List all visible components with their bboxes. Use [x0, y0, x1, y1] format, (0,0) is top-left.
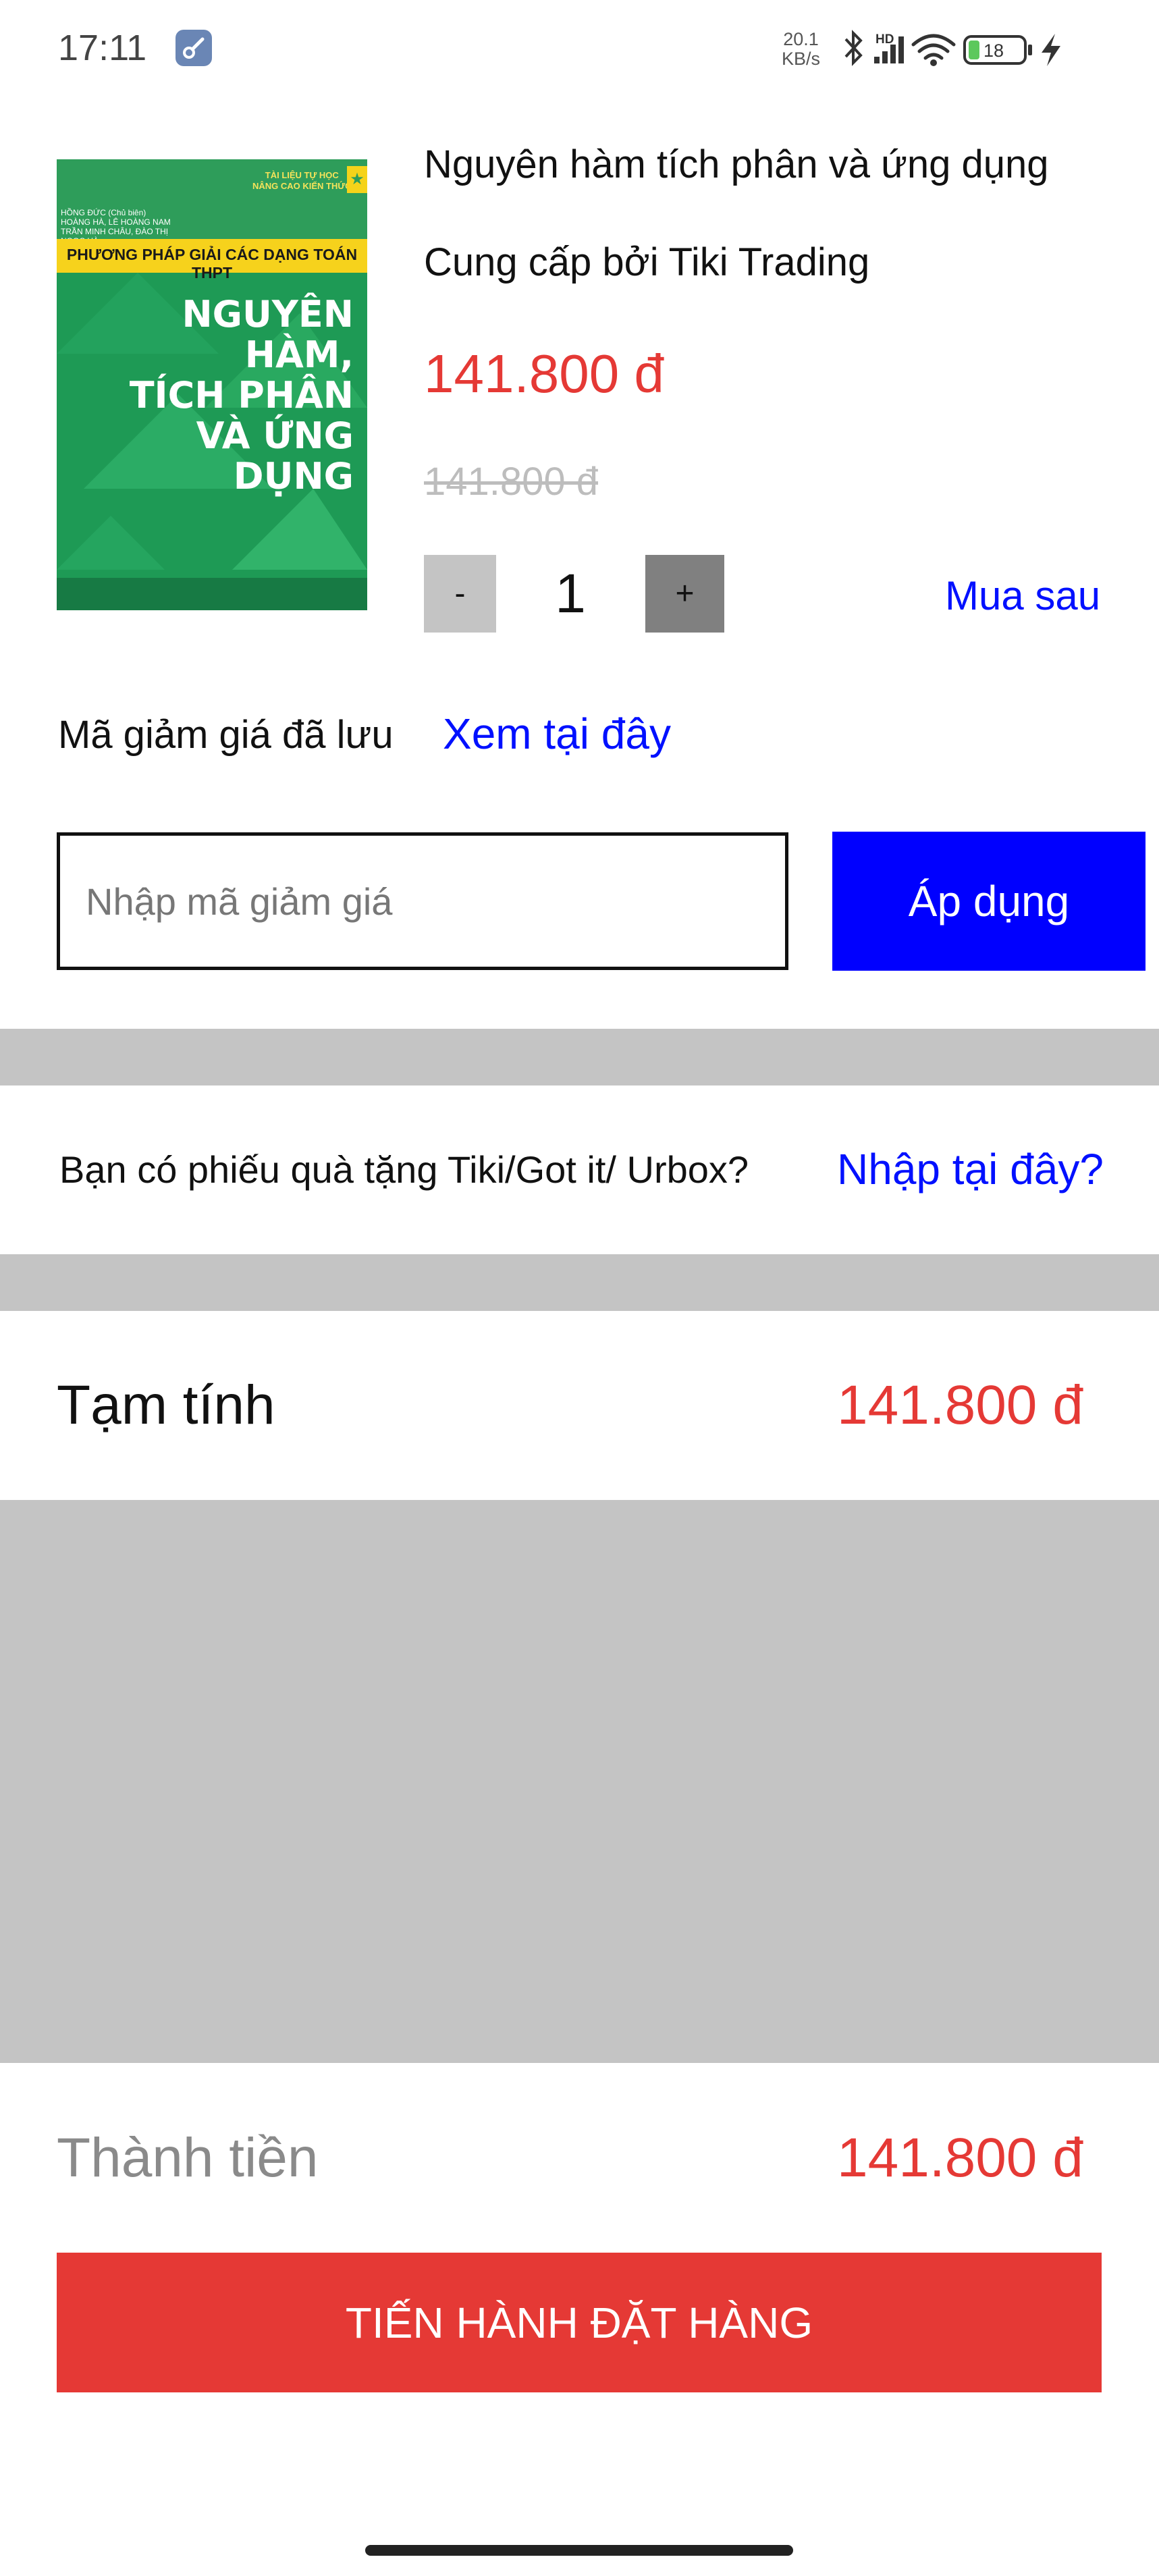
star-icon: ★ — [347, 166, 367, 193]
product-original-price: 141.800 đ — [424, 460, 599, 504]
product-cover-image[interactable]: HỒNG ĐỨC (Chủ biên) HOÀNG HÀ, LÊ HOÀNG N… — [57, 159, 367, 610]
status-icons: HD 18 — [844, 30, 1060, 66]
section-divider — [0, 1254, 1159, 1311]
wrench-icon — [176, 30, 212, 66]
total-label: Thành tiền — [57, 2127, 319, 2189]
product-seller: Cung cấp bởi Tiki Trading — [424, 240, 870, 284]
subtotal-label: Tạm tính — [57, 1374, 275, 1436]
battery-icon: 18 — [963, 35, 1032, 65]
enter-gift-voucher-link[interactable]: Nhập tại đây? — [837, 1144, 1104, 1194]
cover-title: NGUYÊN HÀM, TÍCH PHÂN VÀ ỨNG DỤNG — [129, 293, 354, 498]
quantity-value: 1 — [555, 563, 586, 624]
checkout-button[interactable]: TIẾN HÀNH ĐẶT HÀNG — [57, 2253, 1102, 2392]
cover-series: TÀI LIỆU TỰ HỌC NÂNG CAO KIẾN THỨC — [252, 170, 352, 191]
net-speed-value: 20.1 — [783, 29, 819, 49]
status-time: 17:11 — [58, 28, 147, 68]
bluetooth-icon — [844, 30, 863, 66]
status-bar: 17:11 20.1 KB/s HD 18 — [0, 0, 1159, 101]
wifi-icon — [911, 34, 956, 60]
quantity-increase-button[interactable]: + — [645, 555, 724, 633]
product-name[interactable]: Nguyên hàm tích phân và ứng dụng — [424, 142, 1049, 187]
empty-gray-area — [0, 1500, 1159, 2063]
subtotal-value: 141.800 đ — [837, 1374, 1083, 1436]
view-saved-coupons-link[interactable]: Xem tại đây — [443, 709, 671, 759]
product-price: 141.800 đ — [424, 344, 664, 404]
gift-voucher-question: Bạn có phiếu quà tặng Tiki/Got it/ Urbox… — [59, 1148, 749, 1191]
network-label: HD — [875, 32, 894, 47]
coupon-input[interactable] — [57, 832, 788, 970]
net-speed: 20.1 KB/s — [782, 30, 820, 69]
buy-later-link[interactable]: Mua sau — [945, 572, 1100, 619]
section-divider — [0, 1029, 1159, 1085]
saved-coupon-label: Mã giảm giá đã lưu — [58, 713, 394, 757]
quantity-decrease-button[interactable]: - — [424, 555, 496, 633]
charging-icon — [1042, 34, 1060, 66]
apply-coupon-button[interactable]: Áp dụng — [832, 832, 1145, 971]
net-speed-unit: KB/s — [782, 49, 821, 69]
home-indicator[interactable] — [365, 2545, 793, 2556]
total-value: 141.800 đ — [837, 2127, 1083, 2189]
battery-level: 18 — [983, 41, 1004, 61]
